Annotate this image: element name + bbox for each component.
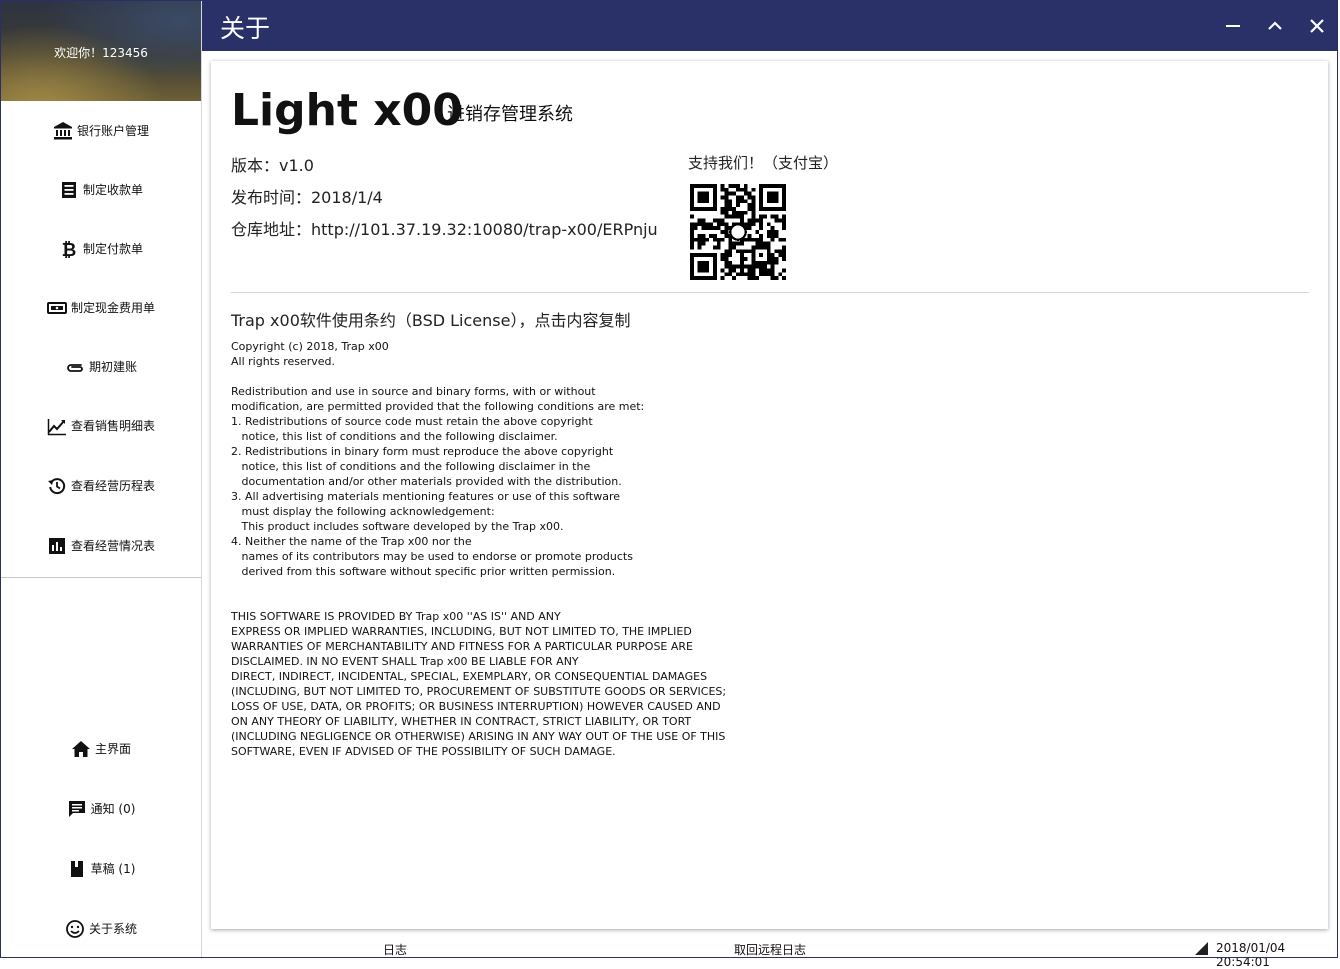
section-divider xyxy=(231,292,1309,293)
license-title[interactable]: Trap x00软件使用条约（BSD License），点击内容复制 xyxy=(231,307,630,331)
sidebar-item-drafts[interactable]: 草稿 (1) xyxy=(1,839,201,898)
sidebar-item-about[interactable]: 关于系统 xyxy=(1,899,201,958)
window-title: 关于 xyxy=(220,14,271,43)
release-date-text: 发布时间：2018/1/4 xyxy=(231,188,383,207)
history-icon xyxy=(47,476,67,496)
sidebar-item-label: 通知 (0) xyxy=(90,802,136,816)
sidebar-item-business-history[interactable]: 查看经营历程表 xyxy=(1,456,201,515)
bank-icon xyxy=(53,121,73,141)
maximize-icon xyxy=(1268,21,1282,30)
sidebar-item-notifications[interactable]: 通知 (0) xyxy=(1,779,201,838)
sidebar-item-label: 制定付款单 xyxy=(82,242,143,256)
title-bar: 关于 xyxy=(202,1,1338,51)
close-button[interactable] xyxy=(1302,11,1332,41)
sidebar-item-label: 查看销售明细表 xyxy=(70,419,155,433)
sidebar-item-label: 主界面 xyxy=(94,742,131,756)
version-text: 版本：v1.0 xyxy=(231,156,314,175)
sidebar-item-payment[interactable]: ₿ 制定付款单 xyxy=(1,219,201,278)
minimize-icon xyxy=(1226,25,1240,27)
user-banner: 欢迎你！123456 xyxy=(1,1,201,101)
smiley-icon xyxy=(65,919,85,939)
trending-up-icon xyxy=(47,416,67,436)
receipt-icon xyxy=(59,180,79,200)
minimize-button[interactable] xyxy=(1218,11,1248,41)
sidebar-item-home[interactable]: 主界面 xyxy=(1,719,201,778)
cash-icon xyxy=(46,298,67,318)
sidebar-divider xyxy=(1,577,201,578)
resize-grip-icon[interactable] xyxy=(1195,942,1208,955)
sidebar-item-label: 草稿 (1) xyxy=(90,862,136,876)
maximize-button[interactable] xyxy=(1260,11,1290,41)
status-datetime: 2018/01/04 20:54:01 xyxy=(1216,941,1286,969)
sidebar-item-label: 期初建账 xyxy=(88,360,137,374)
license-text[interactable]: Copyright (c) 2018, Trap x00 All rights … xyxy=(231,339,931,759)
sidebar-item-label: 关于系统 xyxy=(88,922,137,936)
close-icon xyxy=(1310,19,1324,33)
app-subtitle: 进销存管理系统 xyxy=(447,104,573,125)
sidebar-item-label: 制定收款单 xyxy=(82,183,143,197)
sidebar: 欢迎你！123456 银行账户管理 制定收款单 ₿ 制定付款单 制定现金费用单 … xyxy=(1,1,202,959)
log-button[interactable]: 日志 xyxy=(383,941,407,958)
sidebar-item-label: 查看经营历程表 xyxy=(70,479,155,493)
book-icon xyxy=(67,859,87,879)
message-icon xyxy=(67,799,87,819)
app-name: Light x00 xyxy=(231,85,463,136)
sidebar-item-label: 制定现金费用单 xyxy=(70,301,155,315)
alipay-qr-code xyxy=(690,184,786,280)
sidebar-item-label: 银行账户管理 xyxy=(76,124,149,138)
repository-url[interactable]: 仓库地址：http://101.37.19.32:10080/trap-x00/… xyxy=(231,216,658,240)
paperclip-icon xyxy=(65,357,85,377)
bitcoin-icon: ₿ xyxy=(59,239,79,259)
svg-text:₿: ₿ xyxy=(62,240,77,259)
sidebar-item-cash-expense[interactable]: 制定现金费用单 xyxy=(1,278,201,337)
welcome-text: 欢迎你！123456 xyxy=(54,46,148,60)
about-panel: Light x00 进销存管理系统 版本：v1.0 发布时间：2018/1/4 … xyxy=(211,61,1328,929)
sidebar-item-label: 查看经营情况表 xyxy=(70,539,155,553)
support-text: 支持我们！（支付宝） xyxy=(688,154,839,172)
sidebar-item-receipt[interactable]: 制定收款单 xyxy=(1,160,201,219)
sidebar-item-business-status[interactable]: 查看经营情况表 xyxy=(1,516,201,575)
sidebar-item-bank-accounts[interactable]: 银行账户管理 xyxy=(1,101,201,160)
bar-chart-icon xyxy=(47,536,67,556)
home-icon xyxy=(71,739,91,759)
sidebar-item-opening-account[interactable]: 期初建账 xyxy=(1,337,201,396)
fetch-remote-log-button[interactable]: 取回远程日志 xyxy=(734,941,806,958)
status-bar: 日志 取回远程日志 2018/01/04 20:54:01 xyxy=(202,939,1338,969)
sidebar-item-sales-detail[interactable]: 查看销售明细表 xyxy=(1,396,201,455)
